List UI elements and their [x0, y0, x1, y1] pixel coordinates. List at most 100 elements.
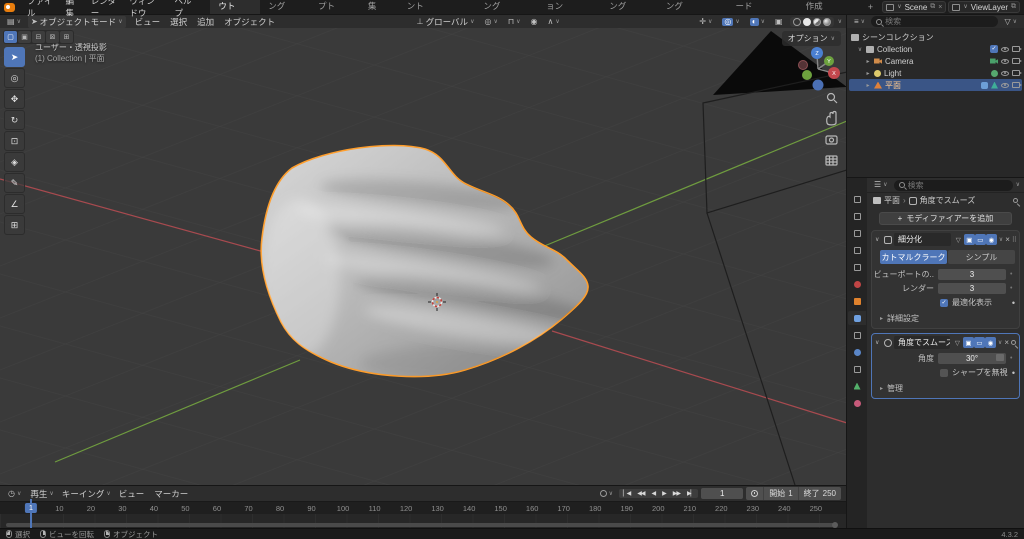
workspace-tab[interactable]: テクスチャペイント [399, 0, 476, 14]
add-modifier-button[interactable]: + モディファイアーを追加 [879, 212, 1012, 225]
outliner-row-plane[interactable]: ▸ 平面 [849, 79, 1022, 91]
next-keyframe[interactable]: ▶▶ [670, 489, 683, 498]
render-visibility-icon[interactable] [1012, 82, 1020, 88]
timeline-scrollbar[interactable] [6, 523, 836, 527]
pin-icon[interactable] [1011, 340, 1016, 345]
options-button[interactable]: オプション ∨ [782, 31, 841, 46]
optimal-display-checkbox[interactable]: ✓ [940, 299, 948, 307]
viewport-extra-button[interactable]: ▣ [772, 16, 786, 28]
expand-icon[interactable]: ∨ [875, 339, 882, 346]
close-icon[interactable]: × [1005, 235, 1010, 244]
modifier-extras-icon[interactable]: ∨ [998, 340, 1002, 346]
select-box[interactable]: ➤ [4, 47, 25, 67]
hide-eye-icon[interactable] [1001, 83, 1009, 88]
annotate[interactable]: ✎ [4, 173, 25, 193]
timeline-menu-item[interactable]: ビュー [116, 488, 150, 500]
material[interactable] [848, 396, 866, 410]
manage-subpanel[interactable]: ▸ 管理 [872, 380, 1019, 395]
workspace-tab[interactable]: UV編集 [360, 0, 399, 14]
timeline-ruler[interactable]: 1 10203040506070809010011012013014015016… [0, 501, 846, 514]
modifier-name-field[interactable]: 角度でスムーズ [894, 336, 950, 349]
pin-icon[interactable] [1013, 198, 1018, 203]
workspace-tab[interactable]: シェーディング [475, 0, 538, 14]
timeline-menu-item[interactable]: マーカー [151, 488, 193, 500]
animate-dot-icon[interactable]: • [1012, 368, 1015, 378]
timeline-menu-item[interactable]: 再生∨ [27, 488, 56, 500]
hide-eye-icon[interactable] [1001, 47, 1009, 52]
output[interactable] [848, 226, 866, 240]
editor-type-button[interactable]: ▤∨ [4, 16, 24, 28]
ignore-sharpness-checkbox[interactable] [940, 369, 948, 377]
workspace-tab[interactable]: モデリング [260, 0, 310, 14]
workspace-tab[interactable]: レイアウト [210, 0, 260, 14]
show-on-cage[interactable]: ▽ [952, 337, 963, 348]
cursor[interactable]: ◎ [4, 68, 25, 88]
object[interactable] [848, 294, 866, 308]
gizmo-z-neg[interactable] [813, 80, 824, 91]
angle-field[interactable]: 30° [938, 353, 1006, 364]
snap-button[interactable]: ⊓∨ [505, 16, 524, 28]
frame-end-field[interactable]: 終了250 [799, 487, 841, 500]
collection-checkbox[interactable]: ✓ [990, 45, 998, 53]
advanced-subpanel[interactable]: ▸ 詳細設定 [872, 310, 1019, 325]
show-realtime[interactable]: ▭ [974, 337, 985, 348]
transform-orientation-button[interactable]: ⊥グローバル∨ [414, 16, 478, 28]
scene-selector[interactable]: ∨ Scene ⧉ × [882, 1, 946, 13]
current-frame-badge[interactable]: 1 [25, 503, 37, 513]
proportional-editing-button[interactable]: ◉ [528, 16, 541, 28]
mode-selector[interactable]: ➤オブジェクトモード∨ [28, 16, 126, 28]
drag-handle-icon[interactable]: ⠿ [1012, 236, 1016, 244]
add-workspace-button[interactable]: + [863, 1, 878, 13]
breadcrumb-object[interactable]: 平面 [884, 195, 900, 206]
modifier-panel-header[interactable]: ∨ 角度でスムーズ ▽▣▭◉ ∨ × [872, 334, 1019, 351]
animate-dot-icon[interactable]: • [1012, 298, 1015, 308]
properties-options-icon[interactable]: ∨ [1016, 182, 1020, 188]
hide-eye-icon[interactable] [1001, 71, 1009, 76]
expand-icon[interactable]: ∨ [857, 46, 863, 53]
breadcrumb-modifier[interactable]: 角度でスムーズ [920, 195, 976, 206]
play[interactable]: ▶ [659, 489, 669, 498]
animate-dot-icon[interactable]: • [1010, 271, 1015, 278]
workspace-tab[interactable]: コンポジティング [658, 0, 728, 14]
viewport-menu-item[interactable]: ビュー [130, 16, 166, 28]
scene[interactable] [848, 260, 866, 274]
rendered[interactable] [823, 18, 831, 26]
show-edit-mode[interactable]: ▣ [964, 234, 975, 245]
pivot-point-button[interactable]: ◎∨ [481, 16, 500, 28]
simple-tab[interactable]: シンプル [948, 250, 1015, 264]
use-preview-range-button[interactable] [746, 487, 764, 500]
show-overlays-button[interactable]: ◎∨ [719, 16, 742, 28]
frame-start-field[interactable]: 開始1 [764, 487, 798, 500]
close-icon[interactable]: × [1004, 338, 1009, 347]
viewport-menu-item[interactable]: 選択 [165, 16, 192, 28]
new-view-layer-icon[interactable]: ⧉ [1011, 3, 1016, 11]
tool[interactable] [848, 192, 866, 206]
scale[interactable]: ⊡ [4, 131, 25, 151]
expand-icon[interactable]: ▸ [865, 70, 871, 77]
rotate[interactable]: ↻ [4, 110, 25, 130]
world[interactable] [848, 277, 866, 291]
jump-to-start[interactable]: ▏◀ [620, 489, 633, 498]
jump-to-end[interactable]: ▶▏ [684, 489, 697, 498]
catmull-clark-tab[interactable]: カトマルクラーク [880, 250, 947, 264]
render[interactable] [848, 209, 866, 223]
timeline-menu-item[interactable]: キーイング∨ [59, 488, 114, 500]
outliner-row-camera[interactable]: ▸ Camera [849, 55, 1022, 67]
modifier-name-field[interactable]: 細分化 [894, 233, 951, 246]
workspace-tab[interactable]: ジオメトリノード [728, 0, 798, 14]
render-visibility-icon[interactable] [1012, 58, 1020, 64]
expand-icon[interactable]: ∨ [875, 236, 882, 243]
animate-dot-icon[interactable]: • [1010, 355, 1015, 362]
levels-viewport-field[interactable]: 3 [938, 269, 1006, 280]
viewport-menu-item[interactable]: オブジェクト [219, 16, 280, 28]
wireframe[interactable] [793, 18, 801, 26]
outliner-row-light[interactable]: ▸ Light [849, 67, 1022, 79]
outliner-display-mode-button[interactable]: ≡∨ [851, 16, 868, 28]
viewport-menu-item[interactable]: 追加 [192, 16, 219, 28]
unlink-scene-icon[interactable]: × [938, 4, 942, 11]
current-frame-field[interactable]: 1 [701, 488, 743, 499]
prev-keyframe[interactable]: ◀◀ [634, 489, 647, 498]
show-gizmos-button[interactable]: ✛∨ [696, 16, 715, 28]
expand-icon[interactable]: ▸ [865, 58, 871, 65]
add-cube[interactable]: ⊞ [4, 215, 25, 235]
